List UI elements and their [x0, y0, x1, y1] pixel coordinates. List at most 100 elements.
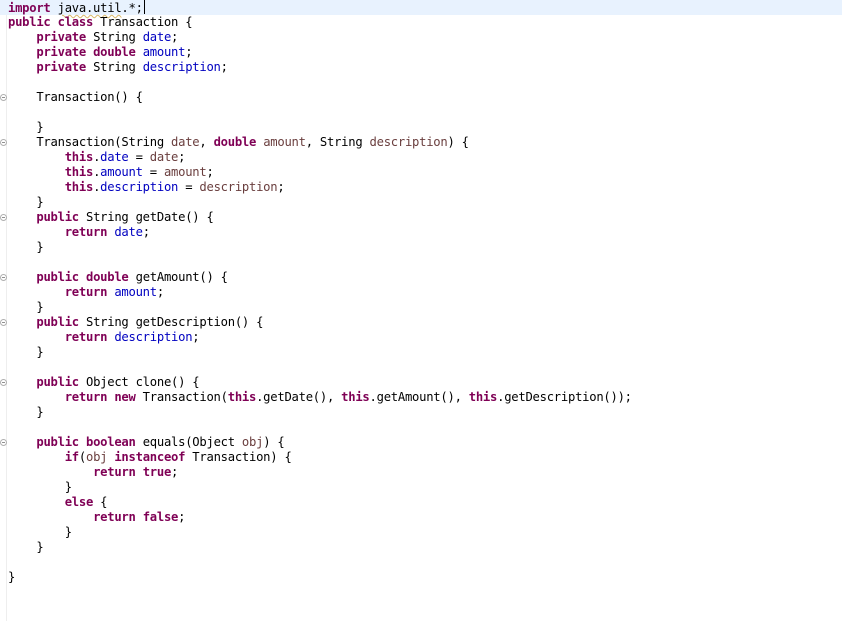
- token: Transaction {: [93, 15, 193, 29]
- code-line-text: this.amount = amount;: [8, 165, 214, 180]
- token: ;: [192, 330, 200, 344]
- code-line[interactable]: }: [0, 540, 842, 555]
- token-kw: this: [468, 390, 498, 404]
- code-line[interactable]: if(obj instanceof Transaction) {: [0, 450, 842, 465]
- fold-collapse-icon[interactable]: [0, 319, 7, 326]
- code-line[interactable]: this.date = date;: [0, 150, 842, 165]
- token: }: [8, 405, 44, 419]
- code-line[interactable]: }: [0, 120, 842, 135]
- code-line[interactable]: this.amount = amount;: [0, 165, 842, 180]
- code-line[interactable]: public String getDescription() {: [0, 315, 842, 330]
- fold-collapse-icon[interactable]: [0, 94, 7, 101]
- code-line-text: this.description = description;: [8, 180, 285, 195]
- code-line[interactable]: return new Transaction(this.getDate(), t…: [0, 390, 842, 405]
- code-line-text: }: [8, 480, 72, 495]
- code-line-text: Transaction() {: [8, 90, 143, 105]
- code-line[interactable]: private String date;: [0, 30, 842, 45]
- fold-collapse-icon[interactable]: [0, 274, 7, 281]
- code-line[interactable]: private double amount;: [0, 45, 842, 60]
- fold-collapse-icon[interactable]: [0, 139, 7, 146]
- code-line[interactable]: public boolean equals(Object obj) {: [0, 435, 842, 450]
- code-line[interactable]: Transaction(String date, double amount, …: [0, 135, 842, 150]
- text-cursor: [143, 0, 145, 14]
- fold-collapse-icon[interactable]: [0, 439, 7, 446]
- token-kw: public: [36, 375, 79, 389]
- code-line[interactable]: }: [0, 480, 842, 495]
- code-line[interactable]: [0, 360, 842, 375]
- token-kw: double: [213, 135, 257, 149]
- token: }: [8, 570, 16, 584]
- code-area[interactable]: import java.util.*; public class Transact…: [0, 0, 842, 585]
- token-kw: this: [64, 150, 94, 164]
- token-field: amount: [142, 45, 186, 59]
- code-editor[interactable]: import java.util.*; public class Transact…: [0, 0, 842, 621]
- token-kw: this: [341, 390, 370, 404]
- code-line[interactable]: [0, 420, 842, 435]
- token-kw: return: [64, 285, 108, 299]
- code-line[interactable]: }: [0, 405, 842, 420]
- code-line[interactable]: }: [0, 525, 842, 540]
- code-line[interactable]: [0, 255, 842, 270]
- token-kw: true: [142, 465, 172, 479]
- token-field: amount: [114, 285, 157, 299]
- code-line[interactable]: return false;: [0, 510, 842, 525]
- token-field: description: [142, 60, 221, 74]
- token-kw: public: [36, 435, 79, 449]
- token: ;: [178, 510, 186, 524]
- token-field: date: [100, 150, 129, 164]
- code-line-text: return true;: [8, 465, 178, 480]
- token-kw: this: [64, 165, 94, 179]
- token: String: [85, 30, 143, 44]
- code-line[interactable]: return true;: [0, 465, 842, 480]
- code-line[interactable]: [0, 75, 842, 90]
- token: String getDate() {: [78, 210, 214, 224]
- code-line-text: else {: [8, 495, 108, 510]
- code-line[interactable]: }: [0, 195, 842, 210]
- token: }: [8, 480, 72, 494]
- code-line[interactable]: }: [0, 345, 842, 360]
- code-line[interactable]: }: [0, 300, 842, 315]
- code-line-text: public String getDescription() {: [8, 315, 263, 330]
- code-line[interactable]: public class Transaction {: [0, 15, 842, 30]
- code-line[interactable]: return date;: [0, 225, 842, 240]
- code-line[interactable]: }: [0, 240, 842, 255]
- token: Transaction) {: [185, 450, 292, 464]
- code-line[interactable]: [0, 105, 842, 120]
- code-line[interactable]: [0, 555, 842, 570]
- token: =: [142, 165, 164, 179]
- code-line[interactable]: import java.util.*;: [0, 0, 842, 15]
- code-line[interactable]: Transaction() {: [0, 90, 842, 105]
- token-kw: this: [64, 180, 94, 194]
- code-line[interactable]: }: [0, 570, 842, 585]
- code-line[interactable]: else {: [0, 495, 842, 510]
- token: equals(Object: [135, 435, 242, 449]
- token-kw: class: [57, 15, 94, 29]
- code-line[interactable]: return description;: [0, 330, 842, 345]
- code-line[interactable]: this.description = description;: [0, 180, 842, 195]
- token-kw: return: [64, 225, 108, 239]
- code-line[interactable]: private String description;: [0, 60, 842, 75]
- token-field: date: [114, 225, 143, 239]
- code-line[interactable]: public Object clone() {: [0, 375, 842, 390]
- code-line-text: return new Transaction(this.getDate(), t…: [8, 390, 632, 405]
- code-line[interactable]: public String getDate() {: [0, 210, 842, 225]
- token: ;: [206, 165, 214, 179]
- code-line-text: }: [8, 120, 43, 135]
- code-line[interactable]: public double getAmount() {: [0, 270, 842, 285]
- code-line-text: return description;: [8, 330, 200, 345]
- fold-collapse-icon[interactable]: [0, 379, 7, 386]
- fold-collapse-icon[interactable]: [0, 214, 7, 221]
- code-line[interactable]: return amount;: [0, 285, 842, 300]
- token-kw: return: [64, 330, 108, 344]
